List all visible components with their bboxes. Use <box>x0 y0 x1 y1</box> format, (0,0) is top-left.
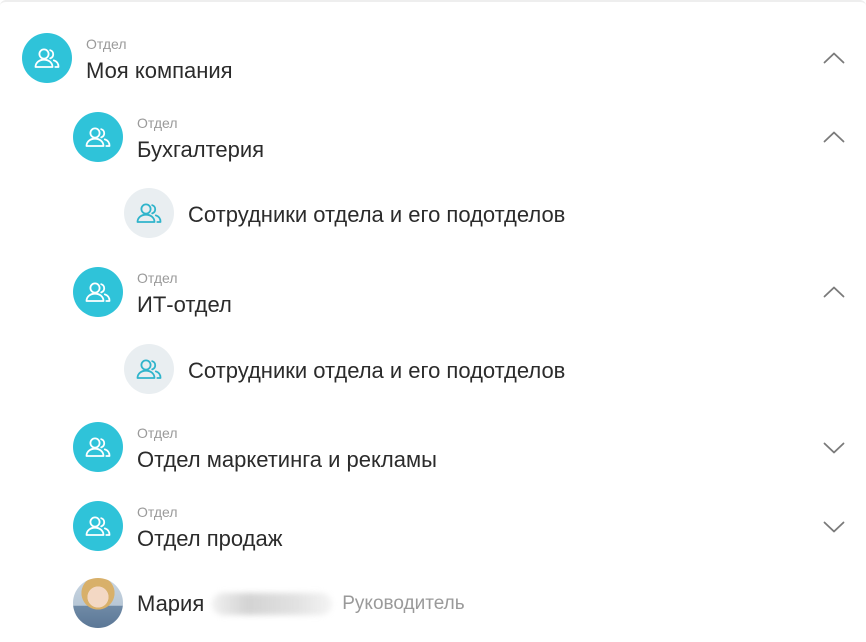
tree-node-department[interactable]: Отдел ИТ-отдел <box>0 264 866 324</box>
node-type-caption: Отдел <box>86 36 127 52</box>
node-type-caption: Отдел <box>137 425 178 441</box>
chevron-up-icon[interactable] <box>822 280 846 304</box>
node-title: Моя компания <box>86 58 233 83</box>
members-label: Сотрудники отдела и его подотделов <box>188 358 566 383</box>
users-icon <box>73 112 123 162</box>
users-icon <box>73 267 123 317</box>
avatar <box>73 578 123 628</box>
node-type-caption: Отдел <box>137 270 178 286</box>
department-members-link[interactable]: Сотрудники отдела и его подотделов <box>0 342 866 402</box>
tree-node-root[interactable]: Отдел Моя компания <box>0 30 866 90</box>
tree-node-department[interactable]: Отдел Бухгалтерия <box>0 109 866 169</box>
department-head-row[interactable]: Мария Руководитель <box>0 576 866 636</box>
department-members-link[interactable]: Сотрудники отдела и его подотделов <box>0 187 866 247</box>
users-icon <box>73 501 123 551</box>
chevron-down-icon[interactable] <box>822 515 846 539</box>
blurred-surname <box>212 593 333 615</box>
org-structure-panel: Отдел Моя компания Отдел Бухгалтерия Сот… <box>0 0 866 642</box>
head-first-name: Мария <box>137 591 205 616</box>
users-icon <box>22 33 72 83</box>
chevron-up-icon[interactable] <box>822 125 846 149</box>
users-icon <box>124 188 174 238</box>
tree-node-department[interactable]: Отдел Отдел маркетинга и рекламы <box>0 419 866 479</box>
node-type-caption: Отдел <box>137 504 178 520</box>
node-title: Бухгалтерия <box>137 137 265 162</box>
head-info: Мария Руководитель <box>137 591 465 617</box>
users-icon <box>73 422 123 472</box>
members-label: Сотрудники отдела и его подотделов <box>188 202 566 227</box>
node-title: ИТ-отдел <box>137 292 232 317</box>
head-role: Руководитель <box>342 593 465 614</box>
node-type-caption: Отдел <box>137 115 178 131</box>
node-title: Отдел продаж <box>137 526 283 551</box>
chevron-up-icon[interactable] <box>822 46 846 70</box>
tree-node-department[interactable]: Отдел Отдел продаж <box>0 498 866 558</box>
node-title: Отдел маркетинга и рекламы <box>137 447 437 472</box>
chevron-down-icon[interactable] <box>822 436 846 460</box>
users-icon <box>124 344 174 394</box>
